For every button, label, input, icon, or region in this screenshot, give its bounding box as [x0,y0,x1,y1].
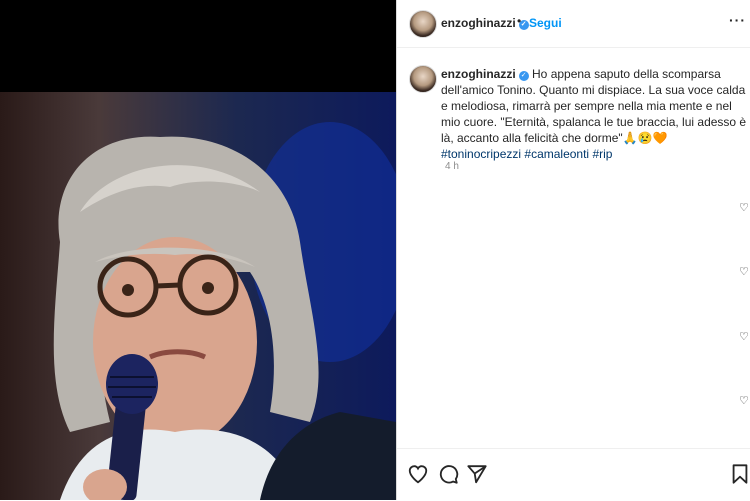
post-timestamp: 4 h [445,161,459,172]
comment-like-heart-icon[interactable]: ♡ [739,203,749,214]
username-link[interactable]: enzoghinazzi [441,16,516,30]
caption-username[interactable]: enzoghinazzi [441,67,516,81]
comment-like-heart-icon[interactable]: ♡ [739,267,749,278]
avatar[interactable] [409,10,437,38]
action-bar [397,448,750,501]
comment-icon[interactable] [437,463,459,485]
paper-plane-icon[interactable] [466,463,488,485]
caption-emojis: 🙏😢🧡 [622,131,668,145]
hashtag-link[interactable]: #rip [592,147,612,161]
comment-like-heart-icon[interactable]: ♡ [739,396,749,407]
post-details-panel: enzoghinazzi ✓ • Segui ··· enzoghinazzi ✓ … [396,0,750,500]
post-photo [0,92,396,500]
header-username[interactable]: enzoghinazzi ✓ [441,16,529,30]
post-caption: enzoghinazzi ✓ Ho appena saputo della sco… [441,66,747,162]
hashtag-link[interactable]: #camaleonti [524,147,589,161]
singer-illustration [53,122,396,500]
separator-dot: • [517,14,522,28]
more-options-icon[interactable]: ··· [729,12,746,28]
caption-avatar[interactable] [409,65,437,93]
hashtag-link[interactable]: #toninocripezzi [441,147,521,161]
post-media[interactable] [0,0,396,500]
follow-button[interactable]: Segui [529,16,562,30]
heart-icon[interactable] [407,463,429,485]
comment-like-heart-icon[interactable]: ♡ [739,332,749,343]
verified-icon: ✓ [518,71,529,81]
post-header: enzoghinazzi ✓ • Segui ··· [397,0,750,48]
bookmark-icon[interactable] [729,463,750,485]
